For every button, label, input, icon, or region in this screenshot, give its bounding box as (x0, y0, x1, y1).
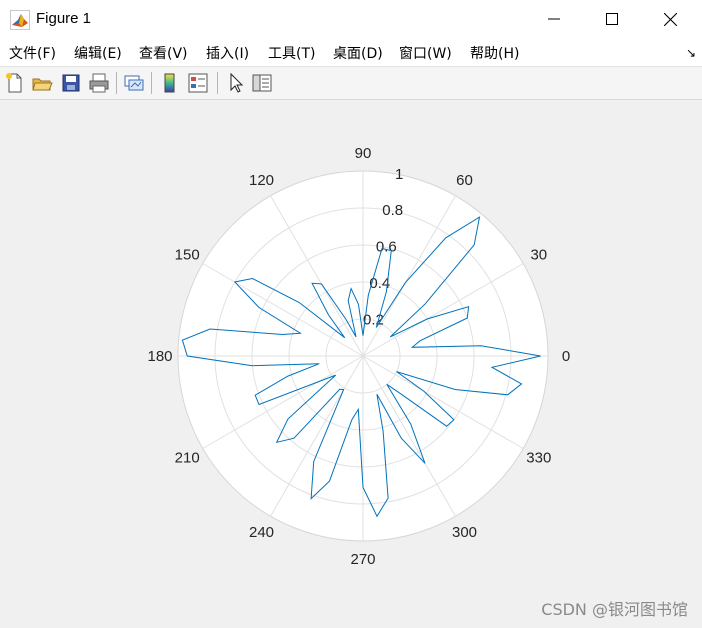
open-file-icon[interactable] (31, 72, 53, 94)
new-figure-icon[interactable] (4, 72, 26, 94)
r-tick-label: 1 (395, 166, 403, 183)
menu-help[interactable]: 帮助(H) (470, 43, 519, 63)
theta-tick-label: 90 (355, 145, 372, 162)
theta-tick-label: 270 (350, 551, 375, 568)
theta-tick-label: 0 (562, 348, 570, 365)
toolbar-separator (116, 72, 117, 94)
toolbar-separator (151, 72, 152, 94)
theta-tick-label: 210 (175, 450, 200, 467)
window-title: Figure 1 (36, 10, 92, 27)
menu-insert[interactable]: 插入(I) (206, 43, 249, 63)
menu-window[interactable]: 窗口(W) (399, 43, 452, 63)
colorbar-icon[interactable] (159, 72, 181, 94)
r-tick-label: 0.6 (376, 239, 397, 256)
watermark-text: CSDN @银河图书馆 (541, 600, 688, 619)
title-bar: Figure 1 (0, 0, 702, 40)
menu-file[interactable]: 文件(F) (9, 43, 56, 63)
figure-toolbar (0, 67, 702, 100)
theta-tick-label: 240 (249, 524, 274, 541)
menu-tools[interactable]: 工具(T) (268, 43, 315, 63)
print-icon[interactable] (88, 72, 110, 94)
minimize-button[interactable] (531, 0, 577, 38)
theta-tick-label: 300 (452, 524, 477, 541)
dock-arrow-icon[interactable]: ↘ (686, 46, 696, 60)
theta-tick-label: 120 (249, 172, 274, 189)
toolbar-separator (217, 72, 218, 94)
figure-canvas: 0 30 60 90 120 150 180 210 240 270 300 330 0.2 0.4 0.6… (0, 100, 702, 628)
minimize-icon (548, 18, 560, 20)
save-icon[interactable] (60, 72, 82, 94)
menu-edit[interactable]: 编辑(E) (74, 43, 122, 63)
menu-bar: 文件(F) 编辑(E) 查看(V) 插入(I) 工具(T) 桌面(D) 窗口(W… (0, 40, 702, 67)
menu-view[interactable]: 查看(V) (139, 43, 188, 63)
close-icon (663, 12, 677, 26)
close-button[interactable] (647, 0, 693, 38)
pointer-icon[interactable] (225, 72, 247, 94)
property-inspector-icon[interactable] (251, 72, 273, 94)
theta-tick-label: 60 (456, 172, 473, 189)
link-plot-icon[interactable] (123, 72, 145, 94)
maximize-icon (606, 13, 618, 25)
r-tick-label: 0.8 (382, 202, 403, 219)
matlab-logo-icon (10, 10, 30, 30)
legend-icon[interactable] (187, 72, 209, 94)
theta-tick-label: 150 (175, 247, 200, 264)
maximize-button[interactable] (589, 0, 635, 38)
theta-tick-label: 330 (526, 450, 551, 467)
theta-tick-label: 180 (147, 348, 172, 365)
menu-desktop[interactable]: 桌面(D) (333, 43, 383, 63)
polar-plot: 03060901201501802102402703003300.20.40.6… (147, 145, 570, 568)
theta-tick-label: 30 (530, 247, 547, 264)
